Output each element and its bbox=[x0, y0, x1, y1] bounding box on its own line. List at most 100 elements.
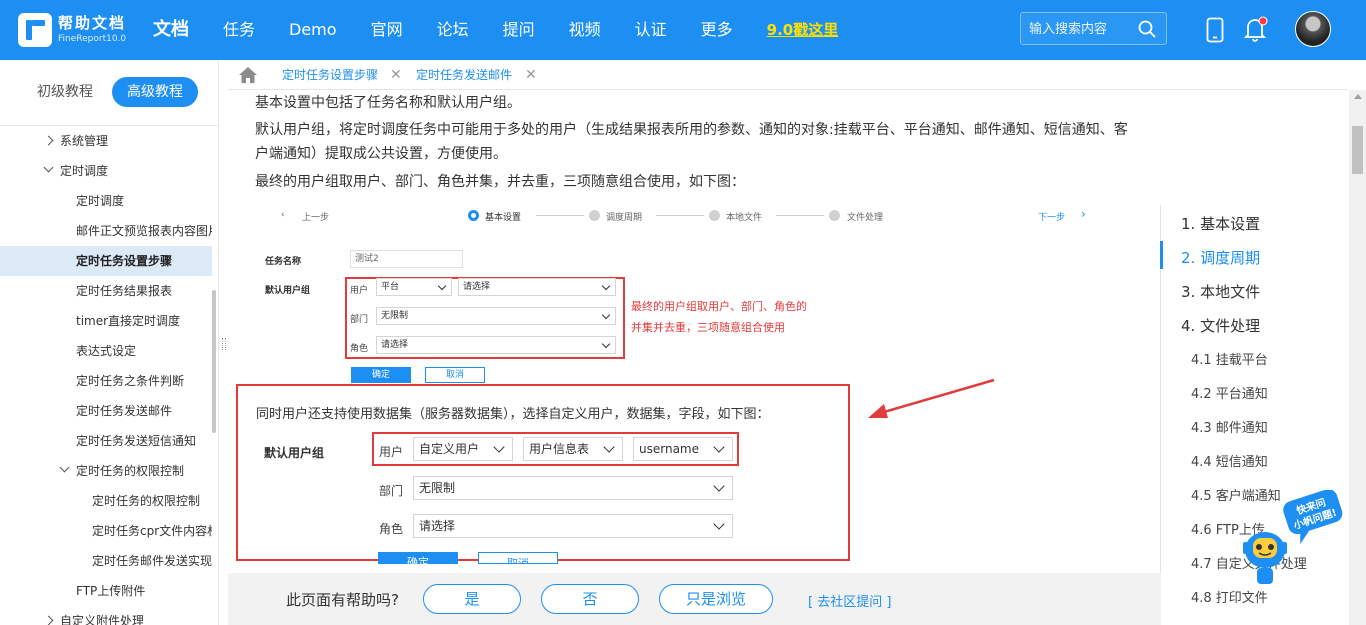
mock-step-1: 基本设置 bbox=[485, 213, 522, 223]
feedback-no-button[interactable]: 否 bbox=[541, 584, 639, 614]
mock-next-label: 下一步 bbox=[1038, 213, 1066, 223]
tab-scheduled-task-email[interactable]: 定时任务发送邮件 bbox=[416, 60, 512, 90]
sidebar-tree-item-label: 自定义附件处理 bbox=[60, 614, 145, 625]
notification-bell-icon[interactable] bbox=[1243, 15, 1269, 43]
nav-demo[interactable]: Demo bbox=[272, 0, 354, 60]
sidebar-tabs: 初级教程 高级教程 bbox=[0, 60, 218, 126]
sidebar-tree-item-label: 定时任务设置步骤 bbox=[76, 254, 173, 268]
nav-docs[interactable]: 文档 bbox=[136, 0, 206, 60]
chevron-down-icon[interactable] bbox=[59, 462, 70, 473]
sidebar-tree-item[interactable]: 定时调度 bbox=[0, 186, 212, 216]
sidebar-tree-item-label: 定时任务邮件发送实现 bbox=[92, 554, 212, 568]
sidebar-tree-item[interactable]: 定时任务cpr文件内容权限 bbox=[0, 516, 212, 546]
nav-official-site[interactable]: 官网 bbox=[354, 0, 420, 60]
sidebar-tree-item[interactable]: 自定义附件处理 bbox=[0, 606, 212, 625]
sidebar-tree-item-label: 定时调度 bbox=[60, 164, 109, 178]
mock-prev-label: 上一步 bbox=[302, 213, 330, 223]
mock-dept-select: 无限制 bbox=[376, 307, 616, 325]
feedback-bar: 此页面有帮助吗? 是 否 只是浏览 [ 去社区提问 ] bbox=[228, 573, 1161, 625]
nav-certification[interactable]: 认证 bbox=[618, 0, 684, 60]
sidebar-tree-item[interactable]: 定时任务之条件判断 bbox=[0, 366, 212, 396]
mock-prev-chevron-icon: ‹ bbox=[281, 210, 285, 220]
toc-item[interactable]: 4.2 平台通知 bbox=[1191, 383, 1268, 402]
mock-next-chevron-icon: › bbox=[1081, 207, 1086, 221]
top-navigation-bar: 帮助文档 FineReport10.0 文档 任务 Demo 官网 论坛 提问 … bbox=[0, 0, 1366, 60]
mock-step-dot bbox=[589, 210, 600, 221]
scroll-up-arrow-icon[interactable] bbox=[1354, 94, 1362, 99]
sidebar-tree-item-label: 定时任务的权限控制 bbox=[92, 494, 201, 508]
tab-scheduled-task-steps[interactable]: 定时任务设置步骤 bbox=[282, 60, 378, 90]
sidebar-resize-handle[interactable] bbox=[222, 338, 226, 350]
user-avatar[interactable] bbox=[1295, 11, 1331, 47]
mock-dataset-box: 同时用户还支持使用数据集（服务器数据集），选择自定义用户，数据集，字段，如下图：… bbox=[236, 384, 850, 564]
toc-item[interactable]: 3. 本地文件 bbox=[1181, 281, 1260, 302]
mock-ds-ok-button: 确定 bbox=[378, 552, 458, 564]
chevron-right-icon[interactable] bbox=[43, 615, 54, 625]
sidebar-tree-item[interactable]: 定时调度 bbox=[0, 156, 212, 186]
nav-tasks[interactable]: 任务 bbox=[206, 0, 272, 60]
sidebar-tree-item[interactable]: FTP上传附件 bbox=[0, 576, 212, 606]
nav-more[interactable]: 更多 bbox=[684, 0, 750, 60]
sidebar-tree-item[interactable]: 定时任务邮件发送实现 bbox=[0, 546, 212, 576]
toc-item[interactable]: 1. 基本设置 bbox=[1181, 213, 1260, 234]
chevron-right-icon[interactable] bbox=[43, 135, 54, 146]
search-input[interactable] bbox=[1029, 20, 1137, 38]
feedback-yes-button[interactable]: 是 bbox=[423, 584, 521, 614]
toc-item[interactable]: 4. 文件处理 bbox=[1181, 315, 1260, 336]
feedback-just-browsing-button[interactable]: 只是浏览 bbox=[659, 584, 773, 614]
mock-step-dot bbox=[709, 210, 720, 221]
sidebar-tree-item-label: 定时任务发送短信通知 bbox=[76, 434, 197, 448]
tab-basic-tutorial[interactable]: 初级教程 bbox=[37, 77, 93, 107]
mock-step-dot bbox=[829, 210, 840, 221]
search-icon[interactable] bbox=[1138, 20, 1156, 38]
mock-step-line bbox=[656, 215, 704, 216]
left-sidebar: 初级教程 高级教程 系统管理 定时调度 定时调度 邮件正文预览报表内容图片 定时任务设置… bbox=[0, 60, 219, 625]
nav-forum[interactable]: 论坛 bbox=[420, 0, 486, 60]
page-scrollbar[interactable] bbox=[1349, 90, 1366, 625]
sidebar-tree-item[interactable]: 系统管理 bbox=[0, 126, 212, 156]
toc-item[interactable]: 2. 调度周期 bbox=[1181, 247, 1260, 268]
finereport-logo-icon[interactable] bbox=[18, 13, 52, 47]
mock-step-dot-active bbox=[468, 210, 479, 221]
toc-item[interactable]: 4.4 短信通知 bbox=[1191, 451, 1268, 470]
sidebar-tree-item[interactable]: 定时任务设置步骤 bbox=[0, 246, 212, 276]
toc-item[interactable]: 4.1 挂载平台 bbox=[1191, 349, 1268, 368]
ask-community-link[interactable]: [ 去社区提问 ] bbox=[808, 591, 891, 610]
mock-role-select: 请选择 bbox=[376, 336, 616, 354]
sidebar-scrollbar[interactable] bbox=[212, 290, 216, 433]
sidebar-tree-item[interactable]: 表达式设定 bbox=[0, 336, 212, 366]
mobile-phone-icon[interactable] bbox=[1206, 17, 1224, 43]
sidebar-tree-item[interactable]: 定时任务的权限控制 bbox=[0, 456, 212, 486]
sidebar-tree-item[interactable]: 定时任务发送邮件 bbox=[0, 396, 212, 426]
sidebar-tree-item-label: 表达式设定 bbox=[76, 344, 137, 358]
mock-step-line bbox=[776, 215, 824, 216]
toc-item[interactable]: 4.3 邮件通知 bbox=[1191, 417, 1268, 436]
sidebar-tree-item-label: 定时任务之条件判断 bbox=[76, 374, 185, 388]
logo-title[interactable]: 帮助文档 bbox=[58, 12, 126, 33]
sidebar-tree-item[interactable]: 邮件正文预览报表内容图片 bbox=[0, 216, 212, 246]
sidebar-tree-item[interactable]: timer直接定时调度 bbox=[0, 306, 212, 336]
home-icon[interactable] bbox=[238, 66, 258, 84]
sidebar-tree-item-label: 定时任务发送邮件 bbox=[76, 404, 173, 418]
nav-video[interactable]: 视频 bbox=[552, 0, 618, 60]
nav-ask[interactable]: 提问 bbox=[486, 0, 552, 60]
mock-user-select-1: 平台 bbox=[376, 278, 452, 296]
page-tabs-row: 定时任务设置步骤 ✕ 定时任务发送邮件 ✕ bbox=[228, 60, 1348, 90]
mock-ds-user-select-3: username bbox=[633, 437, 733, 461]
chevron-down-icon[interactable] bbox=[43, 162, 54, 173]
sidebar-tree-item-label: 定时任务cpr文件内容权限 bbox=[92, 524, 212, 538]
sidebar-tree-item[interactable]: 定时任务的权限控制 bbox=[0, 486, 212, 516]
mock-user-group-label: 默认用户组 bbox=[265, 286, 311, 296]
tab-advanced-tutorial[interactable]: 高级教程 bbox=[112, 77, 198, 107]
nav-promo-link[interactable]: 9.0戳这里 bbox=[750, 0, 856, 60]
mock-ds-dept-label: 部门 bbox=[379, 484, 404, 498]
mock-task-name-label: 任务名称 bbox=[265, 257, 302, 267]
mock-task-name-input: 测试2 bbox=[350, 250, 463, 268]
scrollbar-thumb[interactable] bbox=[1352, 126, 1363, 174]
mascot-helper-icon[interactable]: 快来问 小帆问题! bbox=[1235, 490, 1345, 590]
close-icon[interactable]: ✕ bbox=[525, 60, 537, 90]
close-icon[interactable]: ✕ bbox=[390, 60, 402, 90]
mock-role-label: 角色 bbox=[350, 344, 369, 354]
sidebar-tree-item[interactable]: 定时任务发送短信通知 bbox=[0, 426, 212, 456]
sidebar-tree-item[interactable]: 定时任务结果报表 bbox=[0, 276, 212, 306]
